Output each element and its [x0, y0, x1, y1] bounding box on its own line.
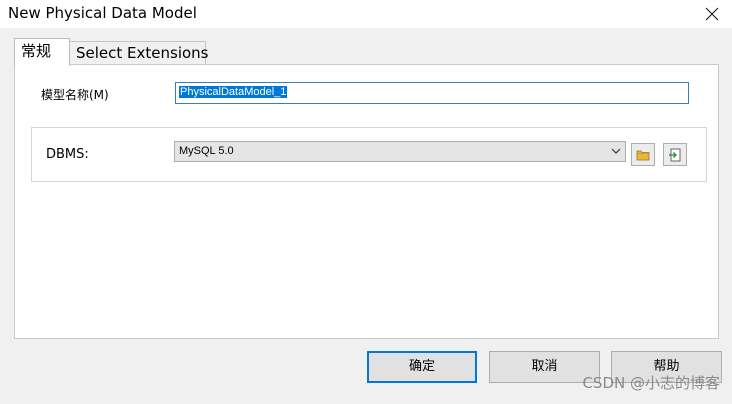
watermark: CSDN @小志的博客: [582, 374, 720, 392]
tab-select-extensions-label: Select Extensions: [76, 44, 209, 62]
close-icon: [705, 7, 719, 21]
dbms-select[interactable]: MySQL 5.0: [174, 141, 626, 162]
close-button[interactable]: [692, 0, 732, 28]
import-icon: [669, 148, 681, 161]
tab-general[interactable]: 常规: [14, 38, 70, 66]
dbms-label: DBMS:: [46, 147, 89, 162]
ok-button[interactable]: 确定: [367, 351, 477, 383]
tab-panel-general: 模型名称(M) PhysicalDataModel_1 DBMS: MySQL …: [14, 64, 719, 339]
folder-icon: [636, 150, 650, 160]
chevron-down-icon: [611, 148, 621, 154]
import-dbms-button[interactable]: [663, 143, 687, 166]
dbms-group: DBMS: MySQL 5.0: [31, 127, 707, 182]
title-bar: New Physical Data Model: [0, 0, 732, 28]
model-name-value: PhysicalDataModel_1: [179, 86, 288, 98]
tab-select-extensions[interactable]: Select Extensions: [69, 41, 209, 65]
dbms-selected-value: MySQL 5.0: [179, 145, 234, 157]
model-name-label: 模型名称(M): [41, 88, 109, 102]
model-name-input[interactable]: PhysicalDataModel_1: [175, 82, 689, 104]
window-title: New Physical Data Model: [8, 4, 197, 22]
browse-folder-button[interactable]: [631, 143, 655, 166]
tab-general-label: 常规: [21, 42, 52, 60]
